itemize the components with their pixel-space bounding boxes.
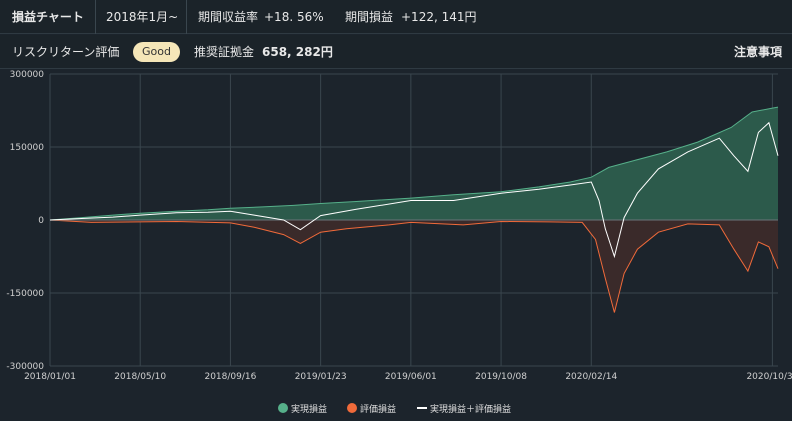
legend-label-unrealized: 評価損益: [360, 405, 397, 415]
x-tick-label: 2019/06/01: [385, 372, 437, 382]
period-pl-label: 期間損益: [345, 10, 394, 24]
x-tick-label: 2018/05/10: [114, 372, 166, 382]
x-tick-label: 2018/09/16: [204, 372, 256, 382]
period-return-value: +18. 56%: [264, 10, 324, 24]
legend-label-total: 実現損益＋評価損益: [430, 405, 512, 415]
x-tick-label: 2020/10/30: [746, 372, 792, 382]
y-tick-label: -150000: [6, 289, 44, 299]
legend-item-realized[interactable]: 実現損益: [278, 402, 327, 415]
risk-return-label: リスクリターン評価: [12, 45, 120, 59]
period-pl-value: +122, 141円: [401, 10, 477, 24]
chart-title: 損益チャート: [12, 10, 84, 24]
legend-marker-total: [417, 407, 427, 409]
realized-area: [50, 107, 778, 220]
legend-item-total[interactable]: 実現損益＋評価損益: [417, 402, 511, 415]
divider: [95, 0, 96, 34]
pl-chart: 300000 150000 0 -150000 -3000002018/01/01 201…: [6, 70, 792, 382]
y-tick-label: 300000: [10, 70, 45, 80]
legend-item-unrealized[interactable]: 評価損益: [347, 402, 396, 415]
divider: [186, 0, 187, 34]
chart-legend: 実現損益 評価損益 実現損益＋評価損益: [0, 398, 792, 418]
summary-bar: 損益チャート 2018年1月~ 期間収益率 +18. 56% 期間損益 +122…: [0, 0, 792, 34]
unrealized-line: [49, 219, 779, 313]
y-tick-label: 150000: [10, 143, 45, 153]
info-bar: リスクリターン評価 Good 推奨証拠金 658, 282円 注意事項: [0, 35, 792, 69]
legend-marker-unrealized: [347, 403, 357, 413]
period-selector[interactable]: 2018年1月~: [106, 0, 178, 34]
recommended-margin-label: 推奨証拠金: [194, 45, 255, 59]
notice-link[interactable]: 注意事項: [734, 35, 782, 69]
risk-return-badge: Good: [133, 42, 180, 62]
recommended-margin-value: 658, 282円: [262, 45, 333, 59]
y-tick-label: -300000: [6, 362, 44, 372]
x-tick-label: 2020/02/14: [565, 372, 617, 382]
x-tick-label: 2019/01/23: [295, 372, 347, 382]
x-tick-label: 2018/01/01: [24, 372, 76, 382]
y-tick-label: 0: [38, 216, 44, 226]
unrealized-area: [50, 220, 778, 313]
x-tick-label: 2019/10/08: [475, 372, 527, 382]
legend-marker-realized: [278, 403, 288, 413]
legend-label-realized: 実現損益: [291, 405, 328, 415]
period-return-label: 期間収益率: [198, 10, 259, 24]
